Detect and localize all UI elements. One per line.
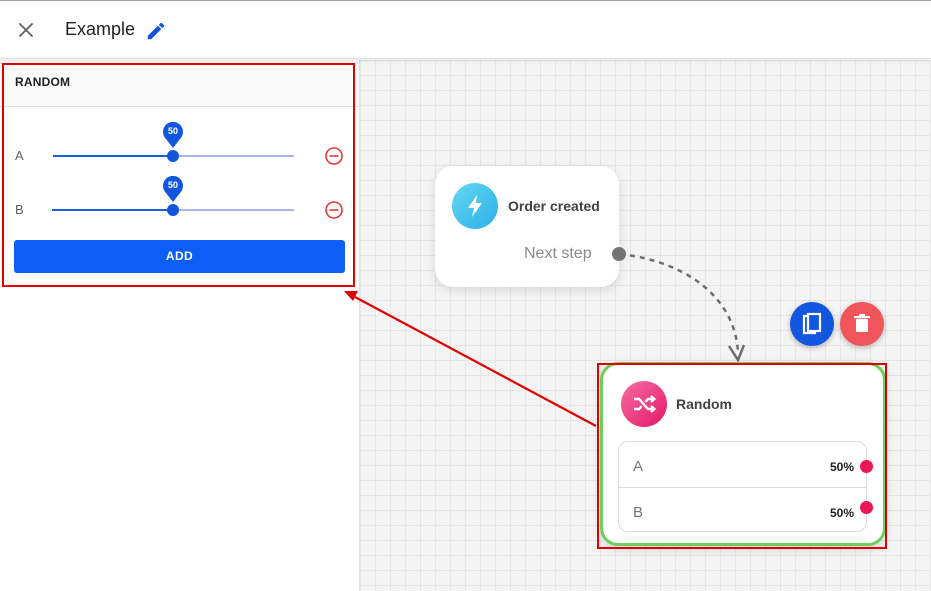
edit-title-button[interactable]: [145, 20, 167, 42]
pencil-icon: [147, 22, 165, 40]
annotation-arrow-layer: [344, 291, 597, 427]
close-icon: [19, 23, 33, 37]
top-bar: Example: [0, 0, 931, 59]
flow-title: Example: [65, 19, 136, 39]
annotation-arrowhead: [344, 291, 358, 301]
close-button[interactable]: [12, 16, 40, 44]
annotation-arrow-line: [354, 296, 597, 427]
